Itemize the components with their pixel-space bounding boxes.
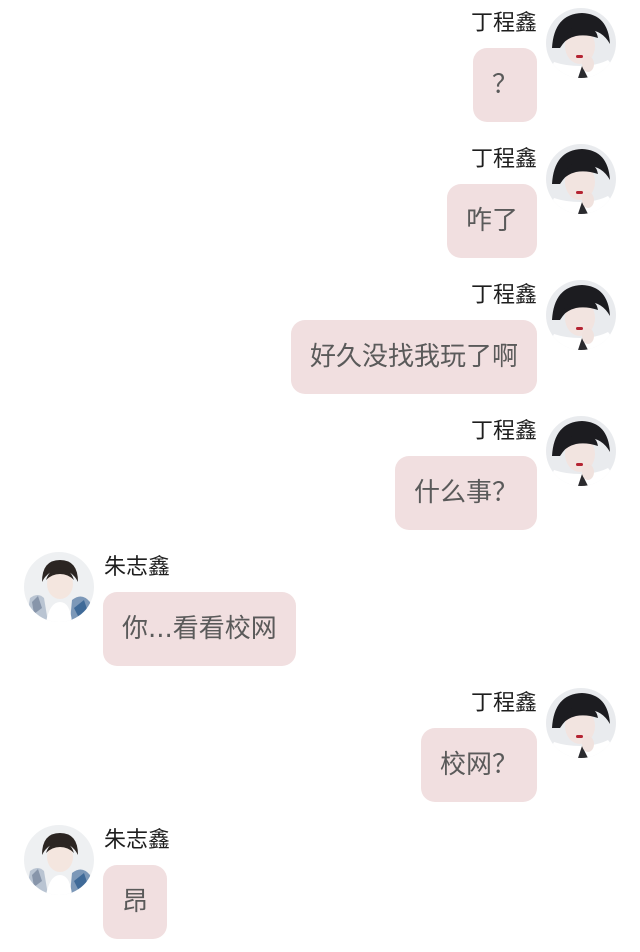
message-bubble[interactable]: 校网？	[420, 728, 537, 802]
user-avatar-icon	[546, 280, 616, 350]
user-avatar-icon	[24, 552, 94, 622]
message-bubble[interactable]: 什么事？	[394, 456, 537, 530]
message-bubble[interactable]: 好久没找我玩了啊	[290, 320, 537, 394]
avatar[interactable]	[24, 825, 94, 895]
message-bubble[interactable]: ？	[472, 48, 537, 122]
sender-name: 丁程鑫	[470, 691, 537, 716]
user-avatar-icon	[546, 8, 616, 78]
avatar[interactable]	[546, 416, 616, 486]
chat-message-list: 丁程鑫 ？ 丁程鑫 咋了 丁程鑫 好久没找我玩了啊 丁程鑫 什么事？ 朱志鑫 你…	[0, 0, 640, 952]
message-bubble[interactable]: 你...看看校网	[103, 592, 296, 666]
user-avatar-icon	[546, 416, 616, 486]
sender-name: 丁程鑫	[470, 11, 537, 36]
avatar[interactable]	[546, 280, 616, 350]
sender-name: 朱志鑫	[104, 555, 171, 580]
user-avatar-icon	[546, 144, 616, 214]
message-bubble[interactable]: 昂	[103, 865, 168, 939]
avatar[interactable]	[546, 8, 616, 78]
sender-name: 朱志鑫	[104, 828, 171, 853]
user-avatar-icon	[24, 825, 94, 895]
avatar[interactable]	[546, 144, 616, 214]
user-avatar-icon	[546, 688, 616, 758]
sender-name: 丁程鑫	[470, 147, 537, 172]
avatar[interactable]	[546, 688, 616, 758]
sender-name: 丁程鑫	[470, 283, 537, 308]
message-bubble[interactable]: 咋了	[446, 184, 537, 258]
avatar[interactable]	[24, 552, 94, 622]
sender-name: 丁程鑫	[470, 419, 537, 444]
